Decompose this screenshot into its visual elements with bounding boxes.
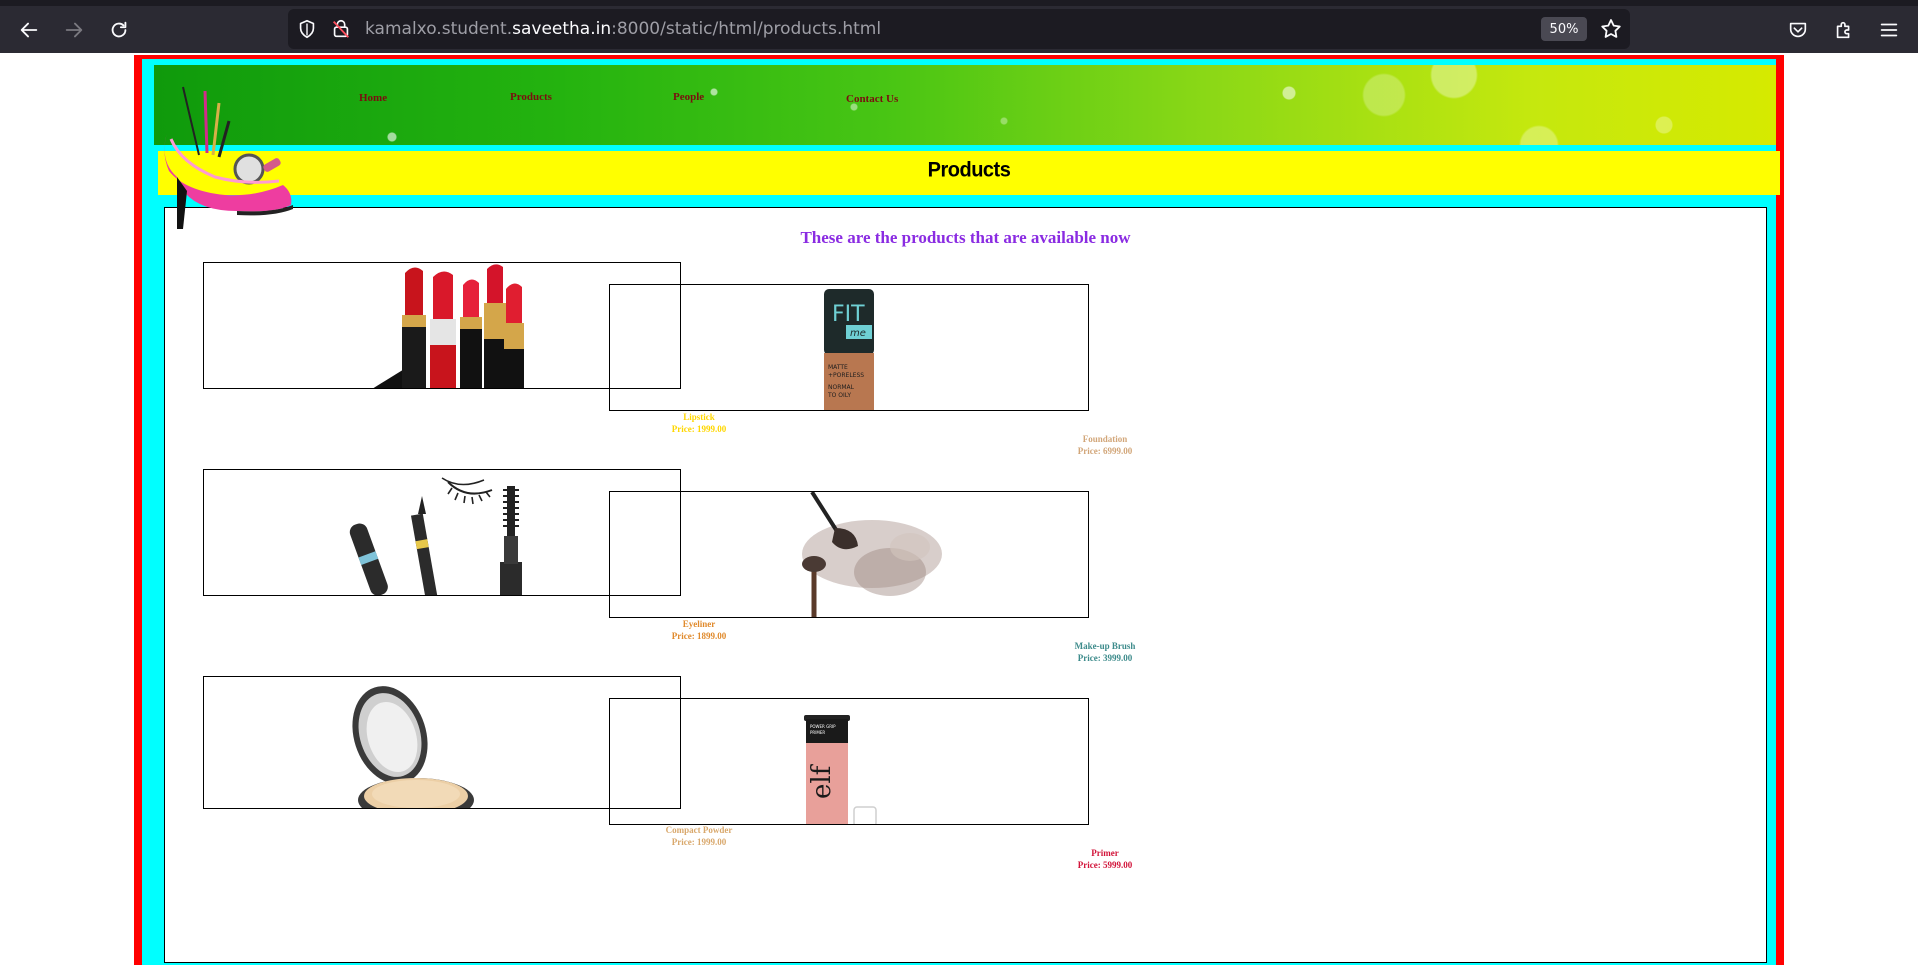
primer-image: POWER GRIP PRIMER elf xyxy=(609,698,1089,825)
makeup-brush-image xyxy=(609,491,1089,618)
lipstick-name: Lipstick xyxy=(683,412,715,422)
makeup-brush-price: Price: 3999.00 xyxy=(1077,653,1133,663)
compact-powder-caption: Compact Powder Price: 1999.00 xyxy=(629,824,769,848)
primer-caption: Primer Price: 5999.00 xyxy=(1035,847,1175,871)
nav-people-link[interactable]: People xyxy=(673,91,704,103)
nav-contact-link[interactable]: Contact Us xyxy=(846,93,898,105)
lipstick-price: Price: 1999.00 xyxy=(671,424,727,434)
svg-text:TO OILY: TO OILY xyxy=(827,392,851,399)
extensions-button[interactable] xyxy=(1826,12,1862,48)
compact-powder-price: Price: 1999.00 xyxy=(671,837,727,847)
foundation-name: Foundation xyxy=(1082,434,1128,444)
zoom-level-badge[interactable]: 50% xyxy=(1541,17,1587,41)
red-frame: Home Products People Contact Us Products… xyxy=(134,55,1784,965)
products-subtitle: These are the products that are availabl… xyxy=(800,228,1131,247)
svg-text:POWER GRIP: POWER GRIP xyxy=(810,724,836,729)
eyeliner-name: Eyeliner xyxy=(682,619,716,629)
eyeliner-caption: Eyeliner Price: 1899.00 xyxy=(629,618,769,642)
primer-price: Price: 5999.00 xyxy=(1077,860,1133,870)
svg-text:MATTE: MATTE xyxy=(828,364,848,371)
address-bar[interactable]: kamalxo.student.saveetha.in:8000/static/… xyxy=(288,9,1630,49)
svg-text:elf: elf xyxy=(807,763,837,799)
makeup-brush-caption: Make-up Brush Price: 3999.00 xyxy=(1035,640,1175,664)
web-page: Home Products People Contact Us Products… xyxy=(0,53,1918,965)
makeup-brush-name: Make-up Brush xyxy=(1074,641,1136,651)
foundation-price: Price: 6999.00 xyxy=(1077,446,1133,456)
makeup-brush-icon xyxy=(802,492,942,617)
browser-toolbar: kamalxo.student.saveetha.in:8000/static/… xyxy=(0,6,1918,53)
back-button[interactable] xyxy=(11,12,47,48)
hamburger-menu-icon xyxy=(1880,23,1898,37)
svg-text:PRIMER: PRIMER xyxy=(810,730,825,735)
foundation-caption: Foundation Price: 6999.00 xyxy=(1035,433,1175,457)
eyeliner-price: Price: 1899.00 xyxy=(671,631,727,641)
forward-button[interactable] xyxy=(56,12,92,48)
pocket-button[interactable] xyxy=(1780,12,1816,48)
svg-text:+PORELESS: +PORELESS xyxy=(828,372,864,379)
forward-arrow-icon xyxy=(65,22,83,38)
bookmark-star-icon[interactable] xyxy=(1599,17,1623,41)
foundation-image: FIT me MATTE +PORELESS NORMAL TO OILY xyxy=(609,284,1089,411)
reload-button[interactable] xyxy=(101,12,137,48)
insecure-lock-icon[interactable] xyxy=(330,18,352,40)
page-title: Products xyxy=(927,158,1011,182)
foundation-bottle-icon: FIT me MATTE +PORELESS NORMAL TO OILY xyxy=(824,289,874,410)
shield-icon[interactable] xyxy=(296,18,318,40)
nav-home-link[interactable]: Home xyxy=(359,92,387,104)
primer-tube-icon: POWER GRIP PRIMER elf xyxy=(804,715,877,824)
products-panel: These are the products that are availabl… xyxy=(164,207,1767,963)
header-banner: Home Products People Contact Us xyxy=(154,65,1776,145)
lipstick-caption: Lipstick Price: 1999.00 xyxy=(629,411,769,435)
title-bar: Products xyxy=(158,151,1780,195)
svg-text:NORMAL: NORMAL xyxy=(828,384,855,391)
nav-products-link[interactable]: Products xyxy=(510,91,552,103)
compact-powder-name: Compact Powder xyxy=(665,825,733,835)
svg-text:FIT: FIT xyxy=(832,302,865,327)
pocket-icon xyxy=(1789,22,1807,38)
svg-text:me: me xyxy=(850,328,866,339)
site-logo xyxy=(164,86,293,229)
puzzle-icon xyxy=(1836,21,1850,39)
reload-icon xyxy=(111,21,127,38)
primer-name: Primer xyxy=(1091,848,1119,858)
cyan-frame: Home Products People Contact Us Products… xyxy=(142,59,1780,965)
url-text[interactable]: kamalxo.student.saveetha.in:8000/static/… xyxy=(365,19,881,39)
menu-button[interactable] xyxy=(1871,12,1907,48)
back-arrow-icon xyxy=(20,22,38,38)
